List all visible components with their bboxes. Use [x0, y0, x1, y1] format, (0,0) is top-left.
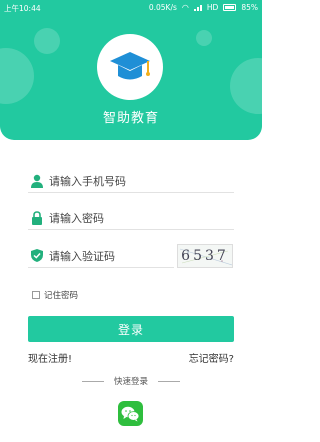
remember-password[interactable]: 记住密码	[32, 289, 78, 301]
captcha-text: 6537	[181, 248, 229, 264]
battery-icon	[223, 4, 237, 11]
decor-bubble	[0, 48, 34, 104]
wechat-login-button[interactable]	[118, 401, 143, 426]
quick-login-label: 快速登录	[113, 377, 148, 387]
decor-bubble	[34, 28, 60, 54]
status-time: 上午10:44	[4, 4, 41, 13]
wifi-icon: ◠	[181, 2, 189, 12]
app-title: 智助教育	[102, 111, 159, 126]
signal-icon	[193, 4, 202, 11]
password-field[interactable]: 请输入密码	[28, 206, 234, 230]
wechat-icon	[121, 406, 140, 421]
network-speed: 0.05K/s	[148, 3, 177, 12]
phone-field[interactable]: 请输入手机号码	[28, 169, 234, 193]
quick-login-divider: 快速登录	[0, 375, 262, 387]
login-button[interactable]: 登录	[28, 316, 234, 342]
forgot-password-link[interactable]: 忘记密码?	[189, 350, 234, 365]
divider-line	[81, 380, 104, 382]
decor-bubble	[230, 58, 262, 114]
verification-code-field[interactable]: 请输入验证码	[28, 244, 174, 268]
decor-bubble	[196, 30, 212, 46]
status-indicators: 0.05K/s ◠ HD 85%	[149, 3, 258, 12]
divider-line	[158, 380, 180, 382]
register-link[interactable]: 现在注册!	[28, 350, 72, 365]
remember-label: 记住密码	[44, 291, 79, 301]
verification-code-input[interactable]: 请输入验证码	[49, 248, 115, 264]
phone-input[interactable]: 请输入手机号码	[49, 173, 126, 189]
remember-checkbox[interactable]	[32, 291, 40, 299]
status-bar: 上午10:44 0.05K/s ◠ HD 85%	[0, 0, 262, 16]
graduation-cap-icon	[110, 52, 150, 80]
password-input[interactable]: 请输入密码	[49, 210, 104, 226]
lock-icon	[28, 209, 46, 227]
battery-level: 85%	[241, 3, 258, 12]
header-banner: 上午10:44 0.05K/s ◠ HD 85% 智助教育	[0, 0, 262, 140]
captcha-image[interactable]: 6537	[177, 244, 233, 268]
app-logo	[97, 34, 163, 100]
shield-icon	[28, 247, 46, 265]
user-icon	[28, 172, 46, 190]
network-type: HD	[206, 3, 219, 12]
